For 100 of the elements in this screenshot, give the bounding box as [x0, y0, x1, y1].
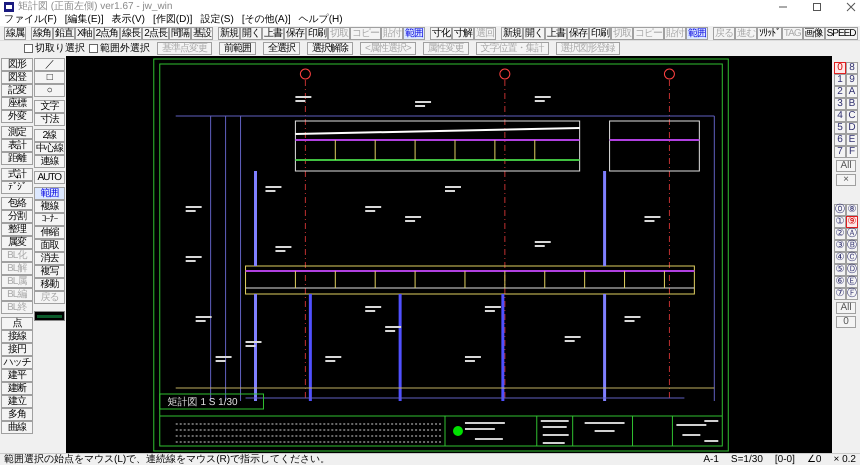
toolbar-button[interactable]: ｿﾘｯﾄﾞ	[756, 26, 782, 40]
tool-button[interactable]: 表計	[1, 139, 32, 152]
layer-button[interactable]: ④	[834, 252, 846, 264]
tool-button[interactable]: 図形	[1, 58, 32, 71]
toolbar-button[interactable]: 基設	[190, 26, 213, 40]
layer-button[interactable]: Ⓓ	[846, 264, 858, 276]
menu-item[interactable]: [その他(A)]	[242, 15, 291, 25]
layer-button[interactable]: ①	[834, 216, 846, 228]
tool-button[interactable]: 建立	[1, 395, 32, 408]
tool-button[interactable]: 移動	[34, 278, 65, 291]
menu-item[interactable]: [作図(D)]	[153, 15, 192, 25]
tool-button[interactable]: 測定	[1, 126, 32, 139]
tool-button[interactable]: 接円	[1, 343, 32, 356]
layer-button[interactable]: A	[846, 86, 858, 98]
checkbox[interactable]	[89, 44, 98, 53]
layer-button[interactable]: Ⓑ	[846, 240, 858, 252]
toolbar-button[interactable]: 寸解	[452, 26, 474, 40]
checkbox[interactable]	[24, 44, 33, 53]
layer-button[interactable]: E	[846, 134, 858, 146]
menu-item[interactable]: 設定(S)	[200, 15, 234, 25]
tool-button[interactable]: 曲線	[1, 421, 32, 434]
toolbar-button[interactable]: 画像	[802, 26, 825, 40]
menu-item[interactable]: ヘルプ(H)	[298, 15, 343, 25]
tool-button[interactable]: 複線	[34, 200, 65, 213]
checkbox-label[interactable]: 範囲外選択	[100, 44, 150, 54]
toolbar-button[interactable]: 印刷	[588, 26, 611, 40]
tool-button[interactable]: 範囲	[34, 187, 65, 200]
layer-button[interactable]: Ⓔ	[846, 276, 858, 288]
toolbar-button[interactable]: 2点角	[94, 26, 120, 40]
layer-button[interactable]: 3	[834, 98, 846, 110]
checkbox-label[interactable]: 切取り選択	[35, 44, 85, 54]
layer-button[interactable]: D	[846, 122, 858, 134]
toolbar-button[interactable]: 前範囲	[219, 42, 256, 55]
layer-button[interactable]: ⑨	[846, 216, 858, 228]
tool-button[interactable]: 接線	[1, 330, 32, 343]
tool-button[interactable]: 外変	[1, 110, 32, 123]
toolbar-button[interactable]: 範囲	[402, 26, 425, 40]
toolbar-button[interactable]: 全選択	[263, 42, 300, 55]
all-button[interactable]: All	[836, 160, 856, 172]
toolbar-button[interactable]: 間隔	[168, 26, 191, 40]
layer-button[interactable]: Ⓒ	[846, 252, 858, 264]
tool-button[interactable]: 複写	[34, 265, 65, 278]
layer-button[interactable]: 2	[834, 86, 846, 98]
maximize-icon[interactable]	[812, 2, 822, 12]
toolbar-button[interactable]: SPEED	[824, 26, 858, 40]
close-icon[interactable]	[846, 2, 856, 12]
layer-button[interactable]: 4	[834, 110, 846, 122]
tool-button[interactable]: 2線	[34, 129, 65, 142]
layer-button[interactable]: ⑤	[834, 264, 846, 276]
layer-button[interactable]: Ⓐ	[846, 228, 858, 240]
drawing-canvas[interactable]: 矩計図 1 S 1/30	[66, 56, 832, 453]
tool-button[interactable]: ﾃﾞｼﾞ	[1, 181, 32, 194]
tool-button[interactable]: 座標	[1, 97, 32, 110]
tool-button[interactable]: ハッチ	[1, 356, 32, 369]
toolbar-button[interactable]: 線属	[4, 26, 26, 40]
tool-button[interactable]: AUTO	[34, 171, 65, 184]
tool-button[interactable]: 面取	[34, 239, 65, 252]
tool-button[interactable]: 消去	[34, 252, 65, 265]
toolbar-button[interactable]: 選択解除	[307, 42, 353, 55]
tool-button[interactable]: 文字	[34, 100, 65, 113]
tool-button[interactable]: 距離	[1, 152, 32, 165]
layer-button[interactable]: ⑧	[846, 204, 858, 216]
layer-button[interactable]: ②	[834, 228, 846, 240]
tool-button[interactable]: 分割	[1, 210, 32, 223]
layer-button[interactable]: 0	[834, 62, 846, 74]
toolbar-button[interactable]: 範囲	[686, 26, 708, 40]
layer-button[interactable]: ③	[834, 240, 846, 252]
tool-button[interactable]: 図登	[1, 71, 32, 84]
tool-button[interactable]: 整理	[1, 223, 32, 236]
toolbar-button[interactable]: 2点長	[142, 26, 169, 40]
layer-button[interactable]: ⑥	[834, 276, 846, 288]
tool-button[interactable]: 建平	[1, 369, 32, 382]
toolbar-button[interactable]: 保存	[566, 26, 589, 40]
toolbar-button[interactable]: X軸	[75, 26, 94, 40]
close-button[interactable]: ×	[836, 174, 856, 186]
layer-button[interactable]: B	[846, 98, 858, 110]
tool-button[interactable]: 多角	[1, 408, 32, 421]
layer-button[interactable]: 8	[846, 62, 858, 74]
layer-button[interactable]: ⑦	[834, 288, 846, 300]
tool-button[interactable]: 寸法	[34, 113, 65, 126]
layer-button[interactable]: ⓪	[834, 204, 846, 216]
toolbar-button[interactable]: 上書	[544, 26, 567, 40]
toolbar-button[interactable]: 線角	[31, 26, 53, 40]
tool-button[interactable]: 建断	[1, 382, 32, 395]
toolbar-button[interactable]: 線長	[120, 26, 142, 40]
tool-button[interactable]: 中心線	[34, 142, 65, 155]
toolbar-button[interactable]: 鉛直	[53, 26, 75, 40]
toolbar-button[interactable]: 上書	[262, 26, 284, 40]
layer-button[interactable]: F	[846, 146, 858, 158]
tool-button[interactable]: 属変	[1, 236, 32, 249]
layer-button[interactable]: 1	[834, 74, 846, 86]
layer-button[interactable]: 7	[834, 146, 846, 158]
layer-button[interactable]: 0	[836, 316, 856, 328]
tool-button[interactable]: 包絡	[1, 197, 32, 210]
tool-button[interactable]: 伸縮	[34, 226, 65, 239]
tool-button[interactable]: 連線	[34, 155, 65, 168]
layer-button[interactable]: 9	[846, 74, 858, 86]
toolbar-button[interactable]: 印刷	[306, 26, 328, 40]
toolbar-button[interactable]: 開く	[240, 26, 262, 40]
tool-button[interactable]: 記変	[1, 84, 32, 97]
